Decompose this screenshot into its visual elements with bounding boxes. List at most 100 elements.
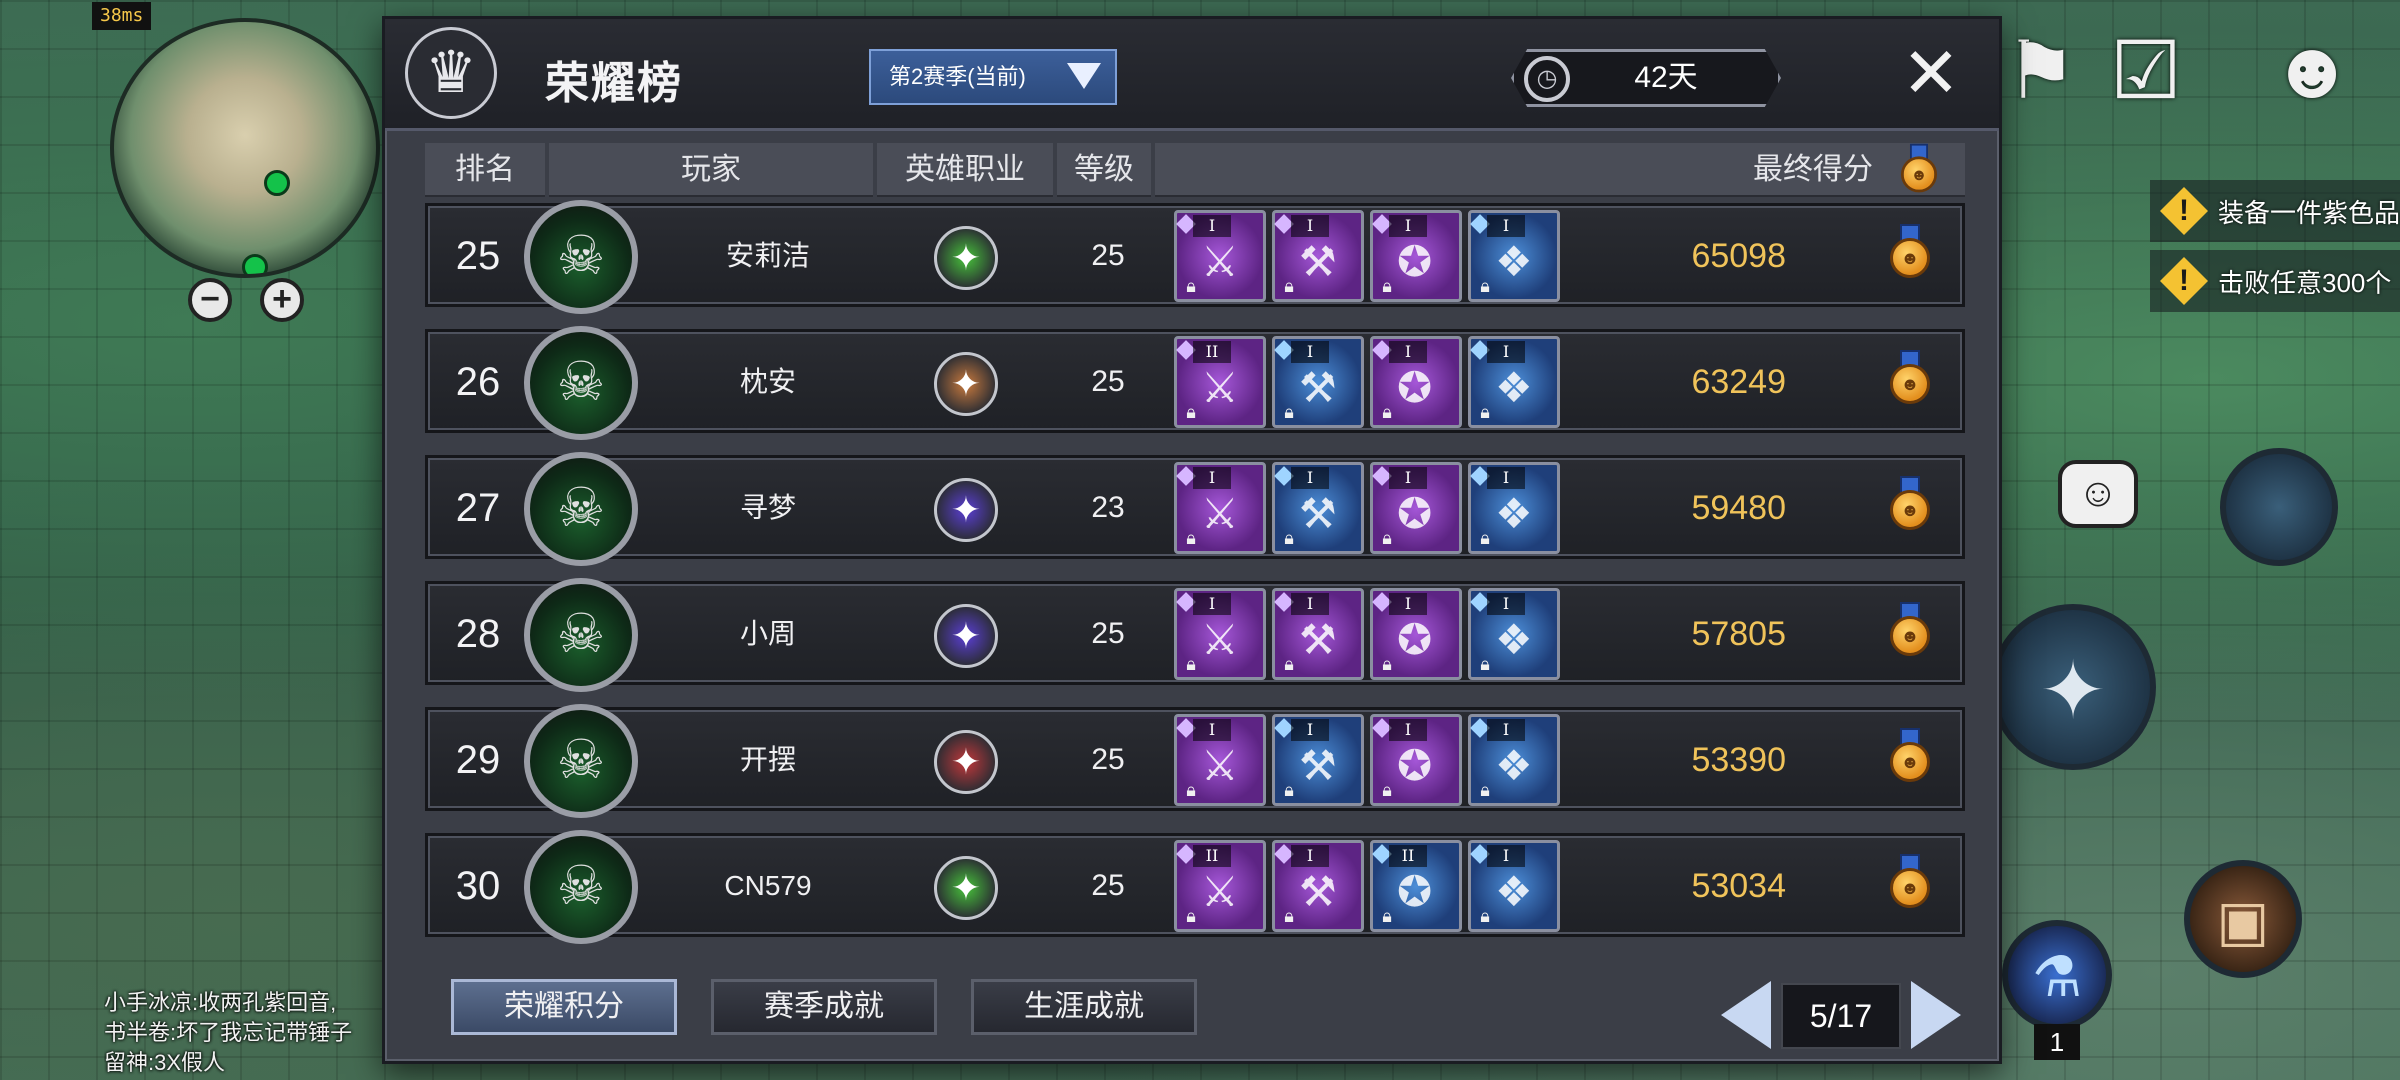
row-rank: 29 [455,738,501,782]
column-header-class: 英雄职业 [877,143,1053,197]
item-tier: I [1291,341,1329,363]
medal-icon: ☻ [1888,224,1932,280]
column-header-score-label: 最终得分 [1753,153,1873,186]
equipment-item[interactable]: I ⚔ 🔒︎ [1174,588,1266,680]
leaderboard-row[interactable]: 29 ☠ 开摆 ✦ 25 I ⚔ 🔒︎ I ⚒ 🔒︎ I ✪ 🔒︎ I ❖ 🔒︎ 53390 ☻ [425,704,1965,818]
lock-icon: 🔒︎ [1382,402,1392,422]
player-avatar-icon[interactable]: ☠ [524,830,638,944]
panel-header: ♛ 荣耀榜 第2赛季(当前) ◷ 42天 ✕ [385,19,1999,131]
equipment-item[interactable]: I ❖ 🔒︎ [1468,336,1560,428]
chat-log[interactable]: 小手冰凉:收两孔紫回音, 书半卷:坏了我忘记带锤子 留神:3X假人 [104,988,394,1078]
potion-button[interactable]: ⚗ [2002,920,2112,1030]
final-score: 53390 [1691,741,1786,779]
equipment-item[interactable]: I ⚔ 🔒︎ [1174,462,1266,554]
equipment-item[interactable]: I ⚔ 🔒︎ [1174,210,1266,302]
inventory-button[interactable]: ▣ [2184,860,2302,978]
quest-label: 击败任意300个 [2218,267,2392,298]
equipment-item[interactable]: I ⚒ 🔒︎ [1272,840,1364,932]
crosshair-icon: ✦ [2039,646,2107,735]
row-rank: 25 [455,234,501,278]
player-name: 枕安 [739,366,796,397]
season-timer-value: 42天 [1634,61,1698,94]
minimap-objective-marker [242,254,268,274]
leaderboard-row[interactable]: 28 ☠ 小周 ✦ 25 I ⚔ 🔒︎ I ⚒ 🔒︎ I ✪ 🔒︎ I ❖ 🔒︎ 57805 ☻ [425,578,1965,692]
equipment-item[interactable]: I ⚒ 🔒︎ [1272,336,1364,428]
lock-icon: 🔒︎ [1186,276,1196,296]
item-tier: I [1389,341,1427,363]
tab-career-achievements[interactable]: 生涯成就 [971,979,1197,1035]
leaderboard-row[interactable]: 26 ☠ 枕安 ✦ 25 II ⚔ 🔒︎ I ⚒ 🔒︎ I ✪ 🔒︎ I ❖ 🔒︎ 63249 ☻ [425,326,1965,440]
equipment-item[interactable]: I ❖ 🔒︎ [1468,714,1560,806]
attack-button[interactable]: ✦ [1990,604,2156,770]
next-page-button[interactable] [1911,981,1961,1049]
equipment-item[interactable]: I ⚒ 🔒︎ [1272,462,1364,554]
hero-class-icon: ✦ [934,730,998,794]
previous-page-button[interactable] [1721,981,1771,1049]
tab-season-achievements[interactable]: 赛季成就 [711,979,937,1035]
item-tier: I [1291,593,1329,615]
equipment-item[interactable]: I ⚔ 🔒︎ [1174,714,1266,806]
item-art-icon: ⚔ [1201,616,1239,663]
lock-icon: 🔒︎ [1186,654,1196,674]
item-tier: I [1487,467,1525,489]
equipment-item[interactable]: I ✪ 🔒︎ [1370,210,1462,302]
zoom-in-button[interactable]: + [260,278,304,322]
close-button[interactable]: ✕ [1897,38,1965,109]
equipment-item[interactable]: I ❖ 🔒︎ [1468,210,1560,302]
quest-tracker-item[interactable]: ! 击败任意300个 [2150,250,2400,312]
emote-button[interactable]: ☺ [2058,460,2138,528]
equipment-item[interactable]: II ✪ 🔒︎ [1370,840,1462,932]
player-avatar-icon[interactable]: ☠ [524,200,638,314]
warning-icon: ! [2160,257,2208,305]
minimap[interactable] [110,18,380,278]
item-art-icon: ❖ [1495,238,1533,285]
leaderboard-row[interactable]: 30 ☠ CN579 ✦ 25 II ⚔ 🔒︎ I ⚒ 🔒︎ II ✪ 🔒︎ I ❖ 🔒︎ 53034 ☻ [425,830,1965,944]
page-indicator: 5/17 [1781,983,1901,1049]
tab-glory-points[interactable]: 荣耀积分 [451,979,677,1035]
skill-button[interactable] [2220,448,2338,566]
leaderboard-row[interactable]: 25 ☠ 安莉洁 ✦ 25 I ⚔ 🔒︎ I ⚒ 🔒︎ I ✪ 🔒︎ I ❖ 🔒︎ 65098 ☻ [425,200,1965,314]
equipment-slots: II ⚔ 🔒︎ I ⚒ 🔒︎ I ✪ 🔒︎ I ❖ 🔒︎ [1174,336,1566,428]
equipment-item[interactable]: I ⚒ 🔒︎ [1272,588,1364,680]
player-avatar-icon[interactable]: ☠ [524,452,638,566]
equipment-item[interactable]: I ⚒ 🔒︎ [1272,210,1364,302]
calendar-check-icon[interactable]: ☑ [2110,24,2182,117]
hero-class-icon: ✦ [934,226,998,290]
equipment-item[interactable]: I ✪ 🔒︎ [1370,588,1462,680]
leaderboard-row[interactable]: 27 ☠ 寻梦 ✦ 23 I ⚔ 🔒︎ I ⚒ 🔒︎ I ✪ 🔒︎ I ❖ 🔒︎ 59480 ☻ [425,452,1965,566]
quest-tracker-item[interactable]: ! 装备一件紫色品 [2150,180,2400,242]
leaderboard-panel: ♛ 荣耀榜 第2赛季(当前) ◷ 42天 ✕ 排名 玩家 英雄职业 等级 最终得… [382,16,2002,1064]
close-icon: ✕ [1901,34,1961,112]
lock-icon: 🔒︎ [1382,276,1392,296]
equipment-item[interactable]: II ⚔ 🔒︎ [1174,336,1266,428]
player-avatar-icon[interactable]: ☠ [524,704,638,818]
hero-portrait-icon[interactable]: ☻ [2270,24,2354,116]
season-dropdown[interactable]: 第2赛季(当前) [869,49,1117,105]
medal-icon: ☻ [1888,476,1932,532]
equipment-item[interactable]: II ⚔ 🔒︎ [1174,840,1266,932]
equipment-item[interactable]: I ✪ 🔒︎ [1370,462,1462,554]
player-name: 小周 [739,618,796,649]
zoom-out-button[interactable]: − [188,278,232,322]
player-level: 25 [1091,239,1125,272]
item-tier: I [1487,215,1525,237]
item-tier: I [1291,215,1329,237]
map-flag-icon[interactable]: ⚑ [2005,24,2077,117]
player-avatar-icon[interactable]: ☠ [524,578,638,692]
item-art-icon: ❖ [1495,364,1533,411]
equipment-item[interactable]: I ✪ 🔒︎ [1370,336,1462,428]
player-avatar-icon[interactable]: ☠ [524,326,638,440]
equipment-item[interactable]: I ⚒ 🔒︎ [1272,714,1364,806]
quest-label: 装备一件紫色品 [2217,197,2400,228]
item-tier: I [1291,719,1329,741]
column-header-level: 等级 [1057,143,1151,197]
trophy-emblem-icon: ♛ [405,27,497,119]
lock-icon: 🔒︎ [1284,402,1294,422]
equipment-item[interactable]: I ❖ 🔒︎ [1468,588,1560,680]
equipment-item[interactable]: I ❖ 🔒︎ [1468,840,1560,932]
final-score: 59480 [1691,489,1786,527]
item-art-icon: ✪ [1397,742,1433,789]
item-art-icon: ⚔ [1201,742,1239,789]
equipment-item[interactable]: I ❖ 🔒︎ [1468,462,1560,554]
equipment-item[interactable]: I ✪ 🔒︎ [1370,714,1462,806]
